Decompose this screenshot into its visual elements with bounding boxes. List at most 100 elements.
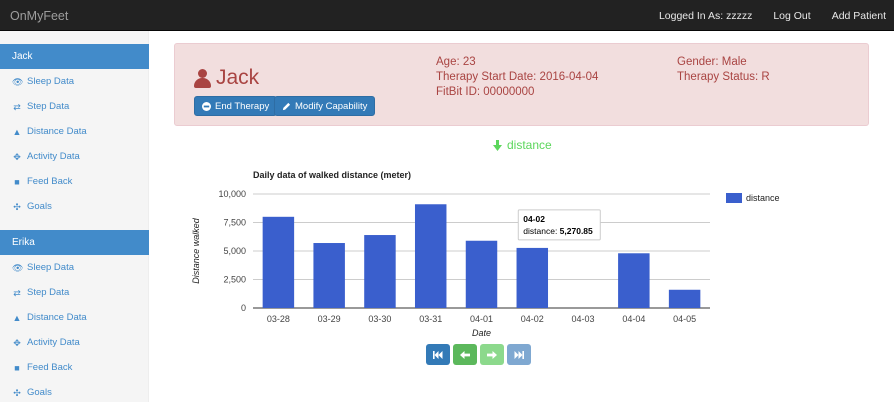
road-icon: ▲ xyxy=(12,312,22,323)
sidebar-item-label: Activity Data xyxy=(27,337,80,348)
patient-details-right: Gender: Male Therapy Status: R xyxy=(677,55,770,85)
nav-links: Logged In As: zzzzz Log Out Add Patient xyxy=(659,10,886,22)
sidebar-item-sleep-data[interactable]: 👁 Sleep Data xyxy=(12,262,74,273)
sidebar-patient-jack[interactable]: Jack xyxy=(0,44,149,69)
next-page-button[interactable] xyxy=(480,344,504,365)
bar xyxy=(364,235,396,308)
move-icon: ✥ xyxy=(13,151,21,162)
modify-capability-button[interactable]: Modify Capability xyxy=(274,96,376,116)
x-tick-label: 03-31 xyxy=(419,314,442,324)
y-tick-label: 10,000 xyxy=(218,189,246,199)
bar xyxy=(668,289,701,308)
sidebar-item-label: Distance Data xyxy=(27,126,87,137)
top-navbar: OnMyFeet Logged In As: zzzzz Log Out Add… xyxy=(0,0,894,31)
sidebar-item-sleep-data[interactable]: 👁 Sleep Data xyxy=(12,76,74,87)
patient-gender: Gender: Male xyxy=(677,56,747,68)
previous-page-button[interactable] xyxy=(453,344,477,365)
x-axis-ticks: 03-28 03-29 03-30 03-31 04-01 04-02 04-03 04-04… xyxy=(267,314,696,324)
swap-arrows-icon: ⇄ xyxy=(13,287,21,298)
target-icon: ✣ xyxy=(13,387,21,398)
chart-title: Daily data of walked distance (meter) xyxy=(253,170,411,180)
sidebar-item-label: Goals xyxy=(27,201,52,212)
bar xyxy=(414,204,447,308)
chart-tooltip: 04-02 distance: 5,270.85 xyxy=(517,209,601,241)
logout-link[interactable]: Log Out xyxy=(773,10,810,22)
end-therapy-button[interactable]: End Therapy xyxy=(194,96,278,116)
swap-arrows-icon: ⇄ xyxy=(13,101,21,112)
road-icon: ▲ xyxy=(12,126,22,137)
x-axis-label: Date xyxy=(472,328,491,338)
end-therapy-label: End Therapy xyxy=(215,100,270,112)
sidebar-item-label: Feed Back xyxy=(27,362,73,373)
tooltip-series-name: distance xyxy=(523,226,555,236)
app-brand[interactable]: OnMyFeet xyxy=(10,9,68,23)
move-icon: ✥ xyxy=(13,337,21,348)
x-tick-label: 04-01 xyxy=(470,314,493,324)
skip-forward-icon xyxy=(514,350,524,359)
patient-fitbit-id: FitBit ID: 00000000 xyxy=(436,86,535,98)
chart-bars xyxy=(262,204,701,308)
y-tick-label: 7,500 xyxy=(223,218,246,228)
bar xyxy=(262,216,295,308)
last-page-button[interactable] xyxy=(507,344,531,365)
metric-heading[interactable]: distance xyxy=(493,138,552,152)
add-patient-link[interactable]: Add Patient xyxy=(832,10,886,22)
y-tick-label: 5,000 xyxy=(223,246,246,256)
patient-details-left: Age: 23 Therapy Start Date: 2016-04-04 F… xyxy=(436,55,598,100)
tooltip-category: 04-02 xyxy=(523,214,545,224)
x-tick-label: 03-30 xyxy=(368,314,391,324)
comment-icon: ■ xyxy=(14,176,20,187)
patient-name-heading: Jack xyxy=(194,66,259,90)
eye-icon: 👁 xyxy=(12,262,24,273)
arrow-right-icon xyxy=(487,350,497,359)
patient-name: Jack xyxy=(216,66,260,89)
logged-in-label: Logged In As: zzzzz xyxy=(658,10,753,22)
patient-age: Age: 23 xyxy=(436,56,476,68)
sidebar-item-label: Distance Data xyxy=(27,312,87,323)
tooltip-value-label: 5,270.85 xyxy=(560,226,593,236)
comment-icon: ■ xyxy=(14,362,20,373)
tooltip-value: distance: 5,270.85 xyxy=(523,226,593,236)
sidebar-item-activity-data[interactable]: ✥ Activity Data xyxy=(12,151,80,162)
sidebar-patient-erika[interactable]: Erika xyxy=(0,230,149,255)
patient-therapy-status: Therapy Status: R xyxy=(677,71,770,83)
user-icon xyxy=(194,68,211,88)
x-tick-label: 04-04 xyxy=(622,314,645,324)
legend-label: distance xyxy=(746,193,780,203)
sidebar-item-label: Goals xyxy=(27,387,52,398)
sidebar-item-distance-data[interactable]: ▲ Distance Data xyxy=(12,126,87,137)
y-axis-ticks: 0 2,500 5,000 7,500 10,000 xyxy=(218,189,246,313)
sidebar-item-activity-data[interactable]: ✥ Activity Data xyxy=(12,337,80,348)
y-axis-label: Distance walked xyxy=(191,217,201,284)
sidebar-item-goals[interactable]: ✣ Goals xyxy=(12,387,52,398)
legend-swatch xyxy=(726,193,742,203)
sidebar-item-feed-back[interactable]: ■ Feed Back xyxy=(12,362,72,373)
sidebar-item-label: Feed Back xyxy=(27,176,73,187)
sidebar-item-label: Step Data xyxy=(27,101,70,112)
sidebar-item-goals[interactable]: ✣ Goals xyxy=(12,201,52,212)
x-tick-label: 04-02 xyxy=(521,314,544,324)
distance-bar-chart: Daily data of walked distance (meter) 0 2… xyxy=(191,170,780,338)
metric-label: distance xyxy=(507,138,552,152)
pencil-icon xyxy=(282,102,291,110)
first-page-button[interactable] xyxy=(426,344,450,365)
sidebar: Jack 👁 Sleep Data ⇄ Step Data ▲ Distance… xyxy=(0,31,149,402)
bar xyxy=(516,247,549,308)
minus-circle-icon xyxy=(202,101,211,111)
sidebar-item-step-data[interactable]: ⇄ Step Data xyxy=(12,287,69,298)
target-icon: ✣ xyxy=(13,201,21,212)
y-tick-label: 0 xyxy=(241,303,246,313)
sidebar-item-label: Step Data xyxy=(27,287,70,298)
bar xyxy=(313,243,345,308)
sidebar-item-feed-back[interactable]: ■ Feed Back xyxy=(12,176,72,187)
sidebar-item-step-data[interactable]: ⇄ Step Data xyxy=(12,101,69,112)
modify-capability-label: Modify Capability xyxy=(295,100,368,112)
x-tick-label: 03-29 xyxy=(318,314,341,324)
chart-legend[interactable]: distance xyxy=(726,193,780,203)
sidebar-item-label: Activity Data xyxy=(27,151,80,162)
sidebar-item-distance-data[interactable]: ▲ Distance Data xyxy=(12,312,87,323)
x-tick-label: 03-28 xyxy=(267,314,290,324)
arrow-left-icon xyxy=(460,350,470,359)
eye-icon: 👁 xyxy=(12,76,24,87)
sidebar-item-label: Sleep Data xyxy=(27,262,75,273)
